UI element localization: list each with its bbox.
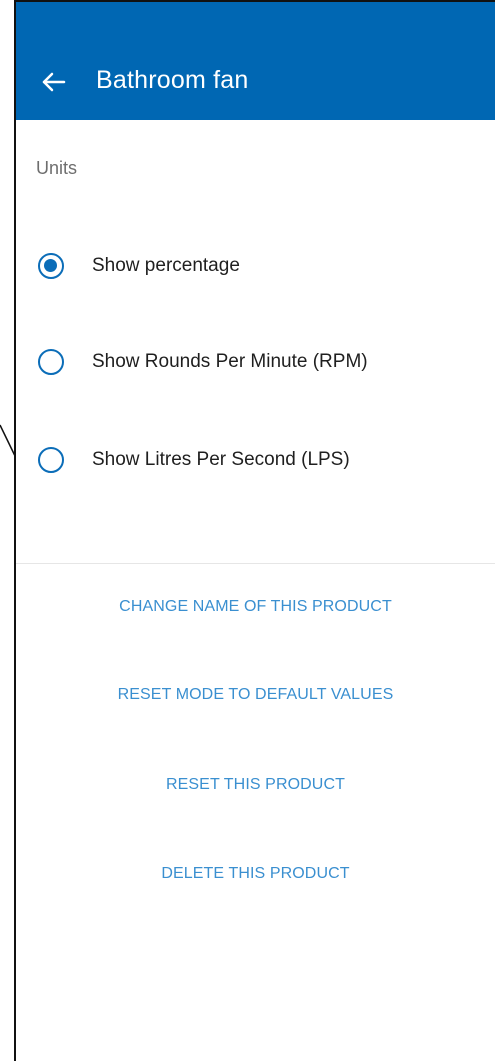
reset-product-button[interactable]: RESET THIS PRODUCT: [16, 776, 495, 794]
radio-button-unchecked[interactable]: [38, 349, 64, 375]
change-name-button[interactable]: CHANGE NAME OF THIS PRODUCT: [16, 598, 495, 616]
back-button[interactable]: [36, 64, 72, 100]
radio-option-percentage[interactable]: Show percentage: [16, 238, 495, 294]
radio-option-rpm[interactable]: Show Rounds Per Minute (RPM): [16, 334, 495, 390]
app-bar: Bathroom fan: [16, 0, 495, 120]
radio-option-lps[interactable]: Show Litres Per Second (LPS): [16, 432, 495, 488]
arrow-back-icon: [42, 72, 66, 92]
section-divider: [16, 563, 495, 564]
radio-label-percentage: Show percentage: [92, 255, 240, 276]
delete-product-button[interactable]: DELETE THIS PRODUCT: [16, 865, 495, 883]
reset-mode-button[interactable]: RESET MODE TO DEFAULT VALUES: [16, 686, 495, 704]
radio-button-unchecked[interactable]: [38, 447, 64, 473]
radio-label-rpm: Show Rounds Per Minute (RPM): [92, 351, 368, 372]
page-title: Bathroom fan: [96, 66, 249, 94]
phone-screen: Bathroom fan Units Show percentage Show …: [14, 0, 495, 1061]
radio-label-lps: Show Litres Per Second (LPS): [92, 449, 350, 470]
units-section-label: Units: [36, 158, 78, 178]
radio-button-checked[interactable]: [38, 253, 64, 279]
